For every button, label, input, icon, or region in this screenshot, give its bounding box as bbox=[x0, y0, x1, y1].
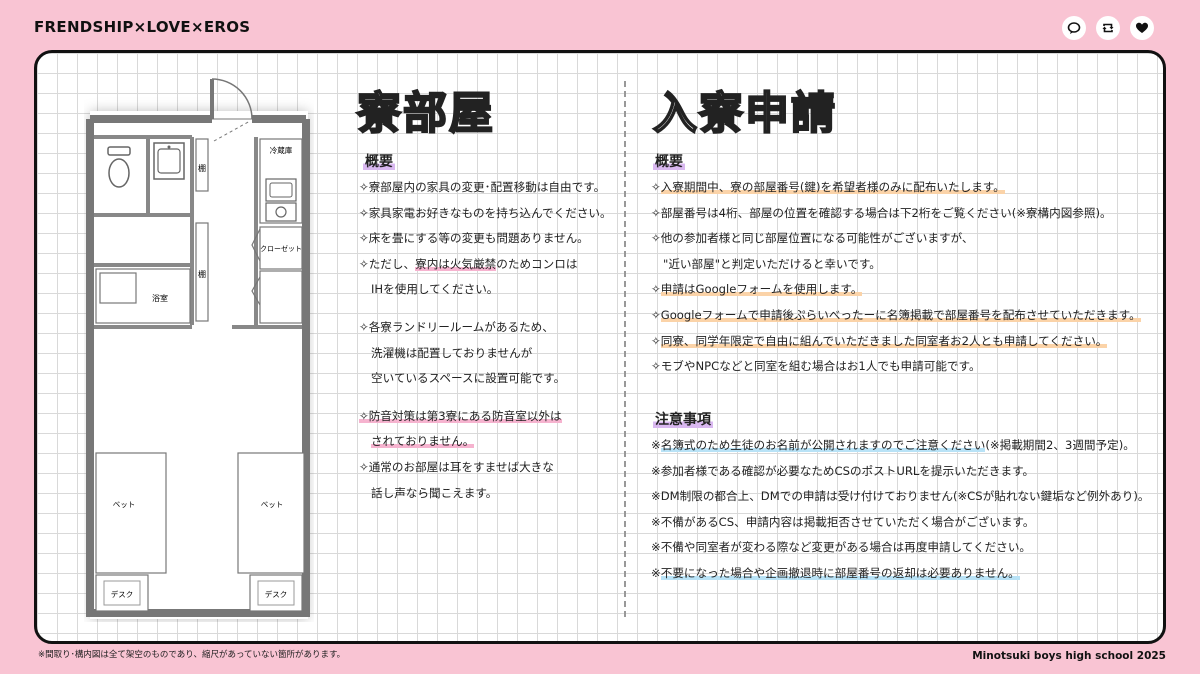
desk-left-label: デスク bbox=[111, 589, 134, 599]
list-item: ※名簿式のため生徒のお名前が公開されますのでご注意ください(※掲載期間2、3週間… bbox=[651, 438, 1135, 452]
application-title: 入寮申請 bbox=[652, 87, 837, 140]
desk-right-label: デスク bbox=[265, 589, 288, 599]
dorm-overview-list: ✧寮部屋内の家具の変更･配置移動は自由です。 ✧家具家電お好きなものを持ち込んで… bbox=[359, 175, 612, 506]
footer-note: ※間取り･構内図は全て架空のものであり、縮尺があっていない箇所があります。 bbox=[38, 650, 346, 660]
list-item: ※DM制限の都合上、DMでの申請は受け付けておりません(※CSが貼れない鍵垢など… bbox=[651, 489, 1150, 504]
list-item: 空いているスペースに設置可能です。 bbox=[371, 371, 566, 386]
speech-bubble-icon[interactable] bbox=[1062, 16, 1086, 40]
list-item: ✧申請はGoogleフォームを使用します。 bbox=[651, 282, 863, 297]
kitchen-area: 冷蔵庫 bbox=[259, 138, 303, 224]
desk-right: デスク bbox=[249, 574, 303, 612]
notes-list: ※名簿式のため生徒のお名前が公開されますのでご注意ください(※掲載期間2、3週間… bbox=[651, 433, 1149, 587]
desk-left: デスク bbox=[95, 574, 149, 612]
brand-title: FRENDSHIP×LOVE×EROS bbox=[34, 18, 251, 36]
toilet-icon bbox=[107, 146, 131, 188]
list-item: 話し声なら聞こえます。 bbox=[371, 485, 498, 500]
list-item: IHを使用してください。 bbox=[371, 282, 499, 297]
application-overview-list: ✧入寮期間中、寮の部屋番号(鍵)を希望者様のみに配布いたします。 ✧部屋番号は4… bbox=[651, 175, 1141, 380]
bed-right: ベット bbox=[237, 452, 305, 574]
list-item: ✧入寮期間中、寮の部屋番号(鍵)を希望者様のみに配布いたします。 bbox=[651, 180, 1005, 194]
fridge-label: 冷蔵庫 bbox=[270, 145, 293, 155]
closet-area: クローゼット bbox=[251, 226, 303, 324]
list-item: ✧Googleフォームで申請後ぷらいべったーに名簿掲載で部屋番号を配布させていた… bbox=[651, 307, 1141, 322]
list-item: ✧家具家電お好きなものを持ち込んでください。 bbox=[359, 205, 612, 220]
list-item: ✧ただし、寮内は火気厳禁のためコンロは bbox=[359, 256, 578, 271]
main-card: 棚 冷蔵庫 クローゼット 棚 浴室 ベット ベット デスク デスク 寮部屋 概要… bbox=[34, 50, 1166, 644]
school-name: Minotsuki boys high school 2025 bbox=[972, 650, 1166, 662]
list-item: されておりません。 bbox=[371, 434, 475, 449]
section-divider bbox=[624, 81, 626, 617]
application-overview-heading: 概要 bbox=[653, 154, 685, 170]
dorm-room-title: 寮部屋 bbox=[356, 87, 495, 140]
list-item: ※参加者様である確認が必要なためCSのポストURLを提示いただきます。 bbox=[651, 463, 1035, 478]
washbasin-icon bbox=[153, 142, 185, 180]
list-item: ✧モブやNPCなどと同室を組む場合はお1人でも申請可能です。 bbox=[651, 359, 981, 374]
shelf-2-label: 棚 bbox=[198, 269, 206, 279]
bathroom-label: 浴室 bbox=[152, 293, 168, 303]
list-item: ※不要になった場合や企画撤退時に部屋番号の返却は必要ありません。 bbox=[651, 565, 1020, 580]
shelf-1-label: 棚 bbox=[198, 163, 206, 173]
list-item: ✧防音対策は第3寮にある防音室以外は bbox=[359, 408, 562, 423]
list-item: ✧各寮ランドリールームがあるため、 bbox=[359, 319, 554, 334]
list-item: ✧部屋番号は4桁、部屋の位置を確認する場合は下2桁をご覧ください(※寮構内図参照… bbox=[651, 205, 1112, 220]
bed-left: ベット bbox=[95, 452, 167, 574]
list-item: "近い部屋"と判定いただけると幸いです。 bbox=[663, 256, 881, 271]
bathroom-area: 浴室 bbox=[95, 268, 191, 324]
bed-right-label: ベット bbox=[261, 500, 284, 509]
floor-plan: 棚 冷蔵庫 クローゼット 棚 浴室 ベット ベット デスク デスク bbox=[86, 78, 310, 619]
action-icons bbox=[1062, 16, 1154, 40]
list-item: ※不備があるCS、申請内容は掲載拒否させていただく場合がございます。 bbox=[651, 514, 1035, 529]
repost-icon[interactable] bbox=[1096, 16, 1120, 40]
list-item: ✧同寮、同学年限定で自由に組んでいただきました同室者お2人とも申請してください。 bbox=[651, 333, 1108, 348]
list-item: ✧床を畳にする等の変更も問題ありません。 bbox=[359, 231, 589, 246]
list-item: ✧寮部屋内の家具の変更･配置移動は自由です。 bbox=[359, 180, 606, 194]
closet-label: クローゼット bbox=[260, 244, 302, 253]
list-item: ✧他の参加者様と同じ部屋位置になる可能性がございますが、 bbox=[651, 231, 974, 246]
dorm-overview-heading: 概要 bbox=[363, 154, 395, 170]
notes-heading: 注意事項 bbox=[653, 412, 713, 428]
list-item: ※不備や同室者が変わる際など変更がある場合は再度申請してください。 bbox=[651, 540, 1032, 555]
list-item: ✧通常のお部屋は耳をすませば大きな bbox=[359, 459, 554, 474]
heart-icon[interactable] bbox=[1130, 16, 1154, 40]
list-item: 洗濯機は配置しておりませんが bbox=[371, 345, 533, 360]
bed-left-label: ベット bbox=[113, 500, 136, 509]
